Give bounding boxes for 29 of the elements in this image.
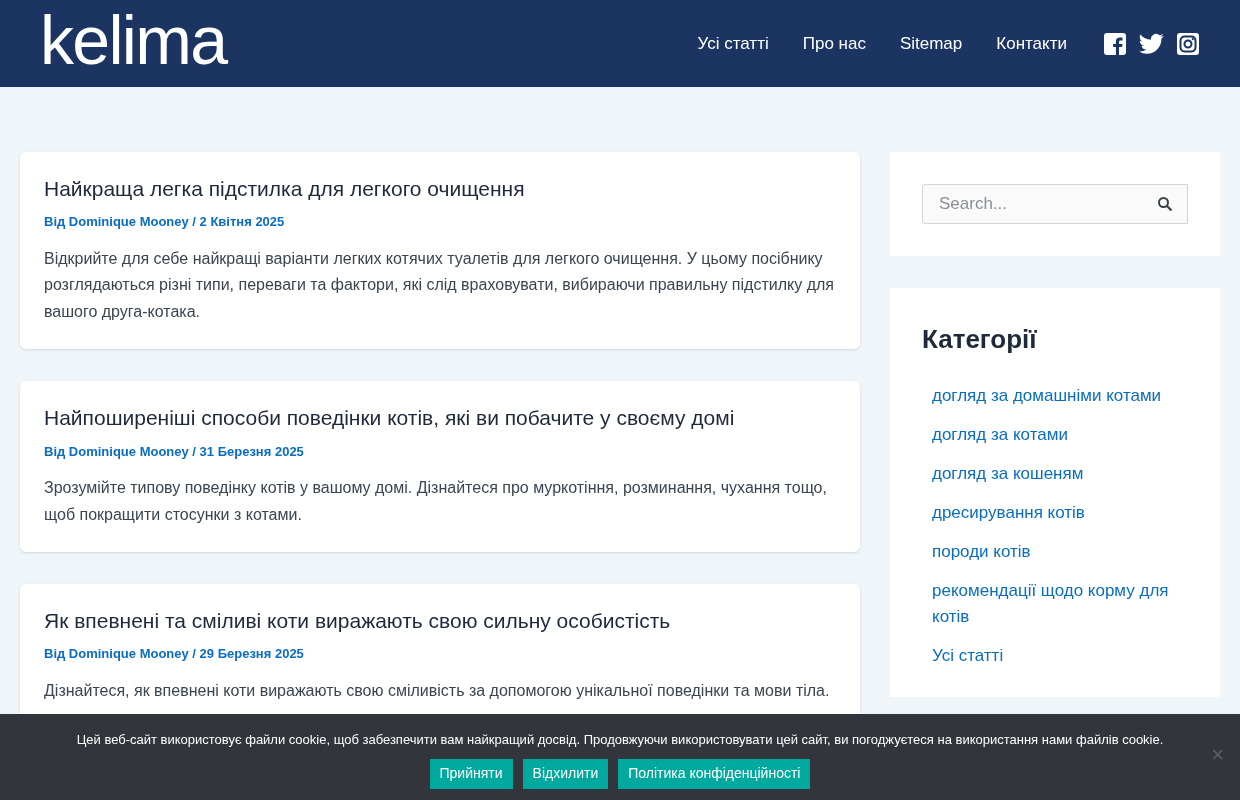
post-title[interactable]: Найкраща легка підстилка для легкого очищення bbox=[44, 176, 836, 203]
post-meta: Від Dominique Mooney / 29 Березня 2025 bbox=[44, 645, 305, 664]
category-link[interactable]: догляд за кошеням bbox=[932, 461, 1188, 487]
post-meta: Від Dominique Mooney / 31 Березня 2025 bbox=[44, 442, 305, 461]
instagram-icon[interactable] bbox=[1176, 31, 1200, 56]
widget-title: Категорії bbox=[922, 323, 1038, 356]
category-link[interactable]: породи котів bbox=[932, 539, 1188, 565]
nav-link[interactable]: Про нас bbox=[802, 30, 866, 57]
site-logo[interactable]: kelima bbox=[40, 5, 227, 74]
privacy-policy-button[interactable]: Політика конфіденційності bbox=[618, 758, 811, 789]
nav-link[interactable]: Контакти bbox=[996, 30, 1067, 57]
post-title[interactable]: Як впевнені та сміливі коти виражають свою сильну особистість bbox=[44, 608, 836, 635]
cookie-message: Цей веб-сайт використовує файли cookie, щоб забезпечити вам найкращий досвід. Продовжуючи використовувати цей сайт, ви погоджуєтеся на використання нами файлів cookie. bbox=[76, 731, 1164, 749]
nav-link[interactable]: Усі статті bbox=[697, 30, 769, 57]
accept-button[interactable]: Прийняти bbox=[429, 758, 513, 789]
category-link[interactable]: догляд за котами bbox=[932, 422, 1188, 448]
category-link[interactable]: дресирування котів bbox=[932, 500, 1188, 526]
post-excerpt: Дізнайтеся, як впевнені коти виражають свою сміливість за допомогою унікальної поведінки та мови тіла. bbox=[44, 680, 831, 701]
category-link[interactable]: рекомендації щодо корму для котів bbox=[932, 578, 1188, 630]
bird-icon[interactable] bbox=[1139, 32, 1164, 55]
post-title[interactable]: Найпоширеніші способи поведінки котів, які ви побачите у своєму домі bbox=[44, 405, 836, 432]
decline-button[interactable]: Відхилити bbox=[522, 758, 609, 789]
post-meta: Від Dominique Mooney / 2 Квітня 2025 bbox=[44, 213, 286, 232]
category-link[interactable]: Усі статті bbox=[932, 643, 1188, 669]
category-link[interactable]: догляд за домашніми котами bbox=[932, 383, 1188, 409]
post-excerpt: Зрозумійте типову поведінку котів у вашому домі. Дізнайтеся про муркотіння, розминання, чухання тощо, щоб покращити стосунки з котами. bbox=[44, 478, 828, 525]
post-excerpt: Відкрийте для себе найкращі варіанти легких котячих туалетів для легкого очищення. У цьому посібнику розглядаються різні типи, переваги та фактори, які слід враховувати, вибираючи правильну підстилку для вашого друга-котака. bbox=[44, 248, 835, 322]
facebook-icon[interactable] bbox=[1103, 31, 1127, 56]
nav-link[interactable]: Sitemap bbox=[899, 30, 963, 57]
